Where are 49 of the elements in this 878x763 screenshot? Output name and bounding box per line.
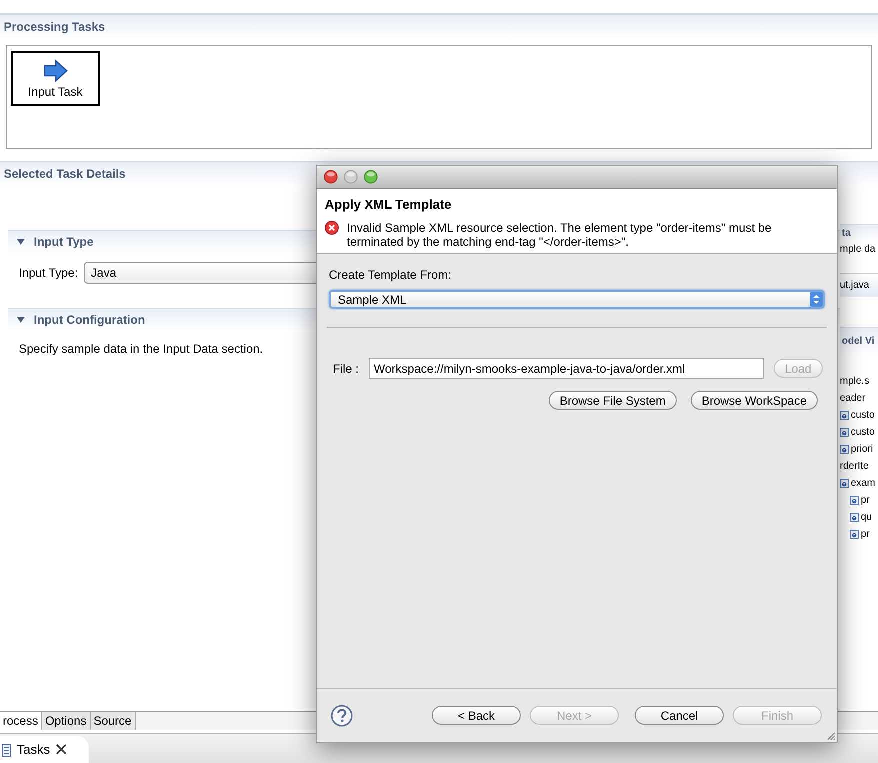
view-tab[interactable]: Tasks	[0, 736, 90, 763]
editor-tab[interactable]: Source	[90, 712, 136, 730]
help-icon	[331, 704, 353, 726]
dialog-button[interactable]: < Back	[432, 706, 521, 725]
element-icon	[840, 411, 849, 420]
tree-item[interactable]: pr	[861, 493, 870, 508]
tree-item[interactable]: priori	[851, 442, 874, 457]
tree-item[interactable]: rderIte	[840, 459, 869, 474]
source-select[interactable]: Sample XML	[329, 290, 825, 309]
tree-item[interactable]: eader	[840, 391, 866, 406]
element-icon	[840, 445, 849, 454]
browse-button[interactable]: Browse File System	[548, 391, 677, 410]
tree-item[interactable]: custo	[851, 408, 875, 423]
close-icon	[324, 170, 338, 184]
element-icon	[850, 496, 859, 505]
field-label: File :	[333, 360, 360, 378]
file-input[interactable]: Workspace://milyn-smooks-example-java-to-java/order.xml	[369, 358, 764, 379]
task-node[interactable]: Input Task	[11, 51, 100, 106]
section-title: ta	[842, 227, 851, 241]
editor-tab[interactable]: rocess	[0, 712, 42, 730]
error-icon	[325, 220, 339, 234]
minimize-icon	[344, 170, 358, 184]
editor-tab[interactable]: Options	[42, 712, 91, 730]
tree-item[interactable]: qu	[861, 510, 872, 525]
task-list-icon	[2, 742, 11, 756]
zoom-icon	[364, 170, 378, 184]
description-text: Specify sample data in the Input Data section.	[19, 342, 264, 356]
section-title: Input Type	[34, 234, 94, 251]
stepper-icon	[810, 292, 823, 307]
element-icon	[840, 479, 849, 488]
section-title: Input Configuration	[34, 312, 146, 329]
browse-button[interactable]: Browse WorkSpace	[690, 391, 818, 410]
element-icon	[840, 428, 849, 437]
tree-item[interactable]: exam	[851, 476, 876, 491]
resize-grip-icon	[826, 731, 836, 741]
description-text: mple da	[840, 243, 877, 257]
dialog-button[interactable]: Cancel	[635, 706, 724, 725]
task-label: Input Task	[28, 84, 83, 101]
arrow-icon	[42, 59, 68, 83]
tab-label: Tasks	[17, 740, 50, 759]
tree-item[interactable]: mple.s	[840, 374, 870, 389]
element-icon	[850, 530, 859, 539]
tree-item[interactable]: custo	[851, 425, 875, 440]
element-icon	[850, 513, 859, 522]
dialog-title: Apply XML Template	[325, 196, 453, 214]
tree-item[interactable]: pr	[861, 527, 870, 542]
file-name: ut.java	[840, 273, 878, 297]
field-label: Input Type:	[19, 265, 78, 282]
error-message: Invalid Sample XML resource selection. The element type "order-items" must be terminated by the matching end-tag "</order-items>".	[347, 220, 773, 248]
